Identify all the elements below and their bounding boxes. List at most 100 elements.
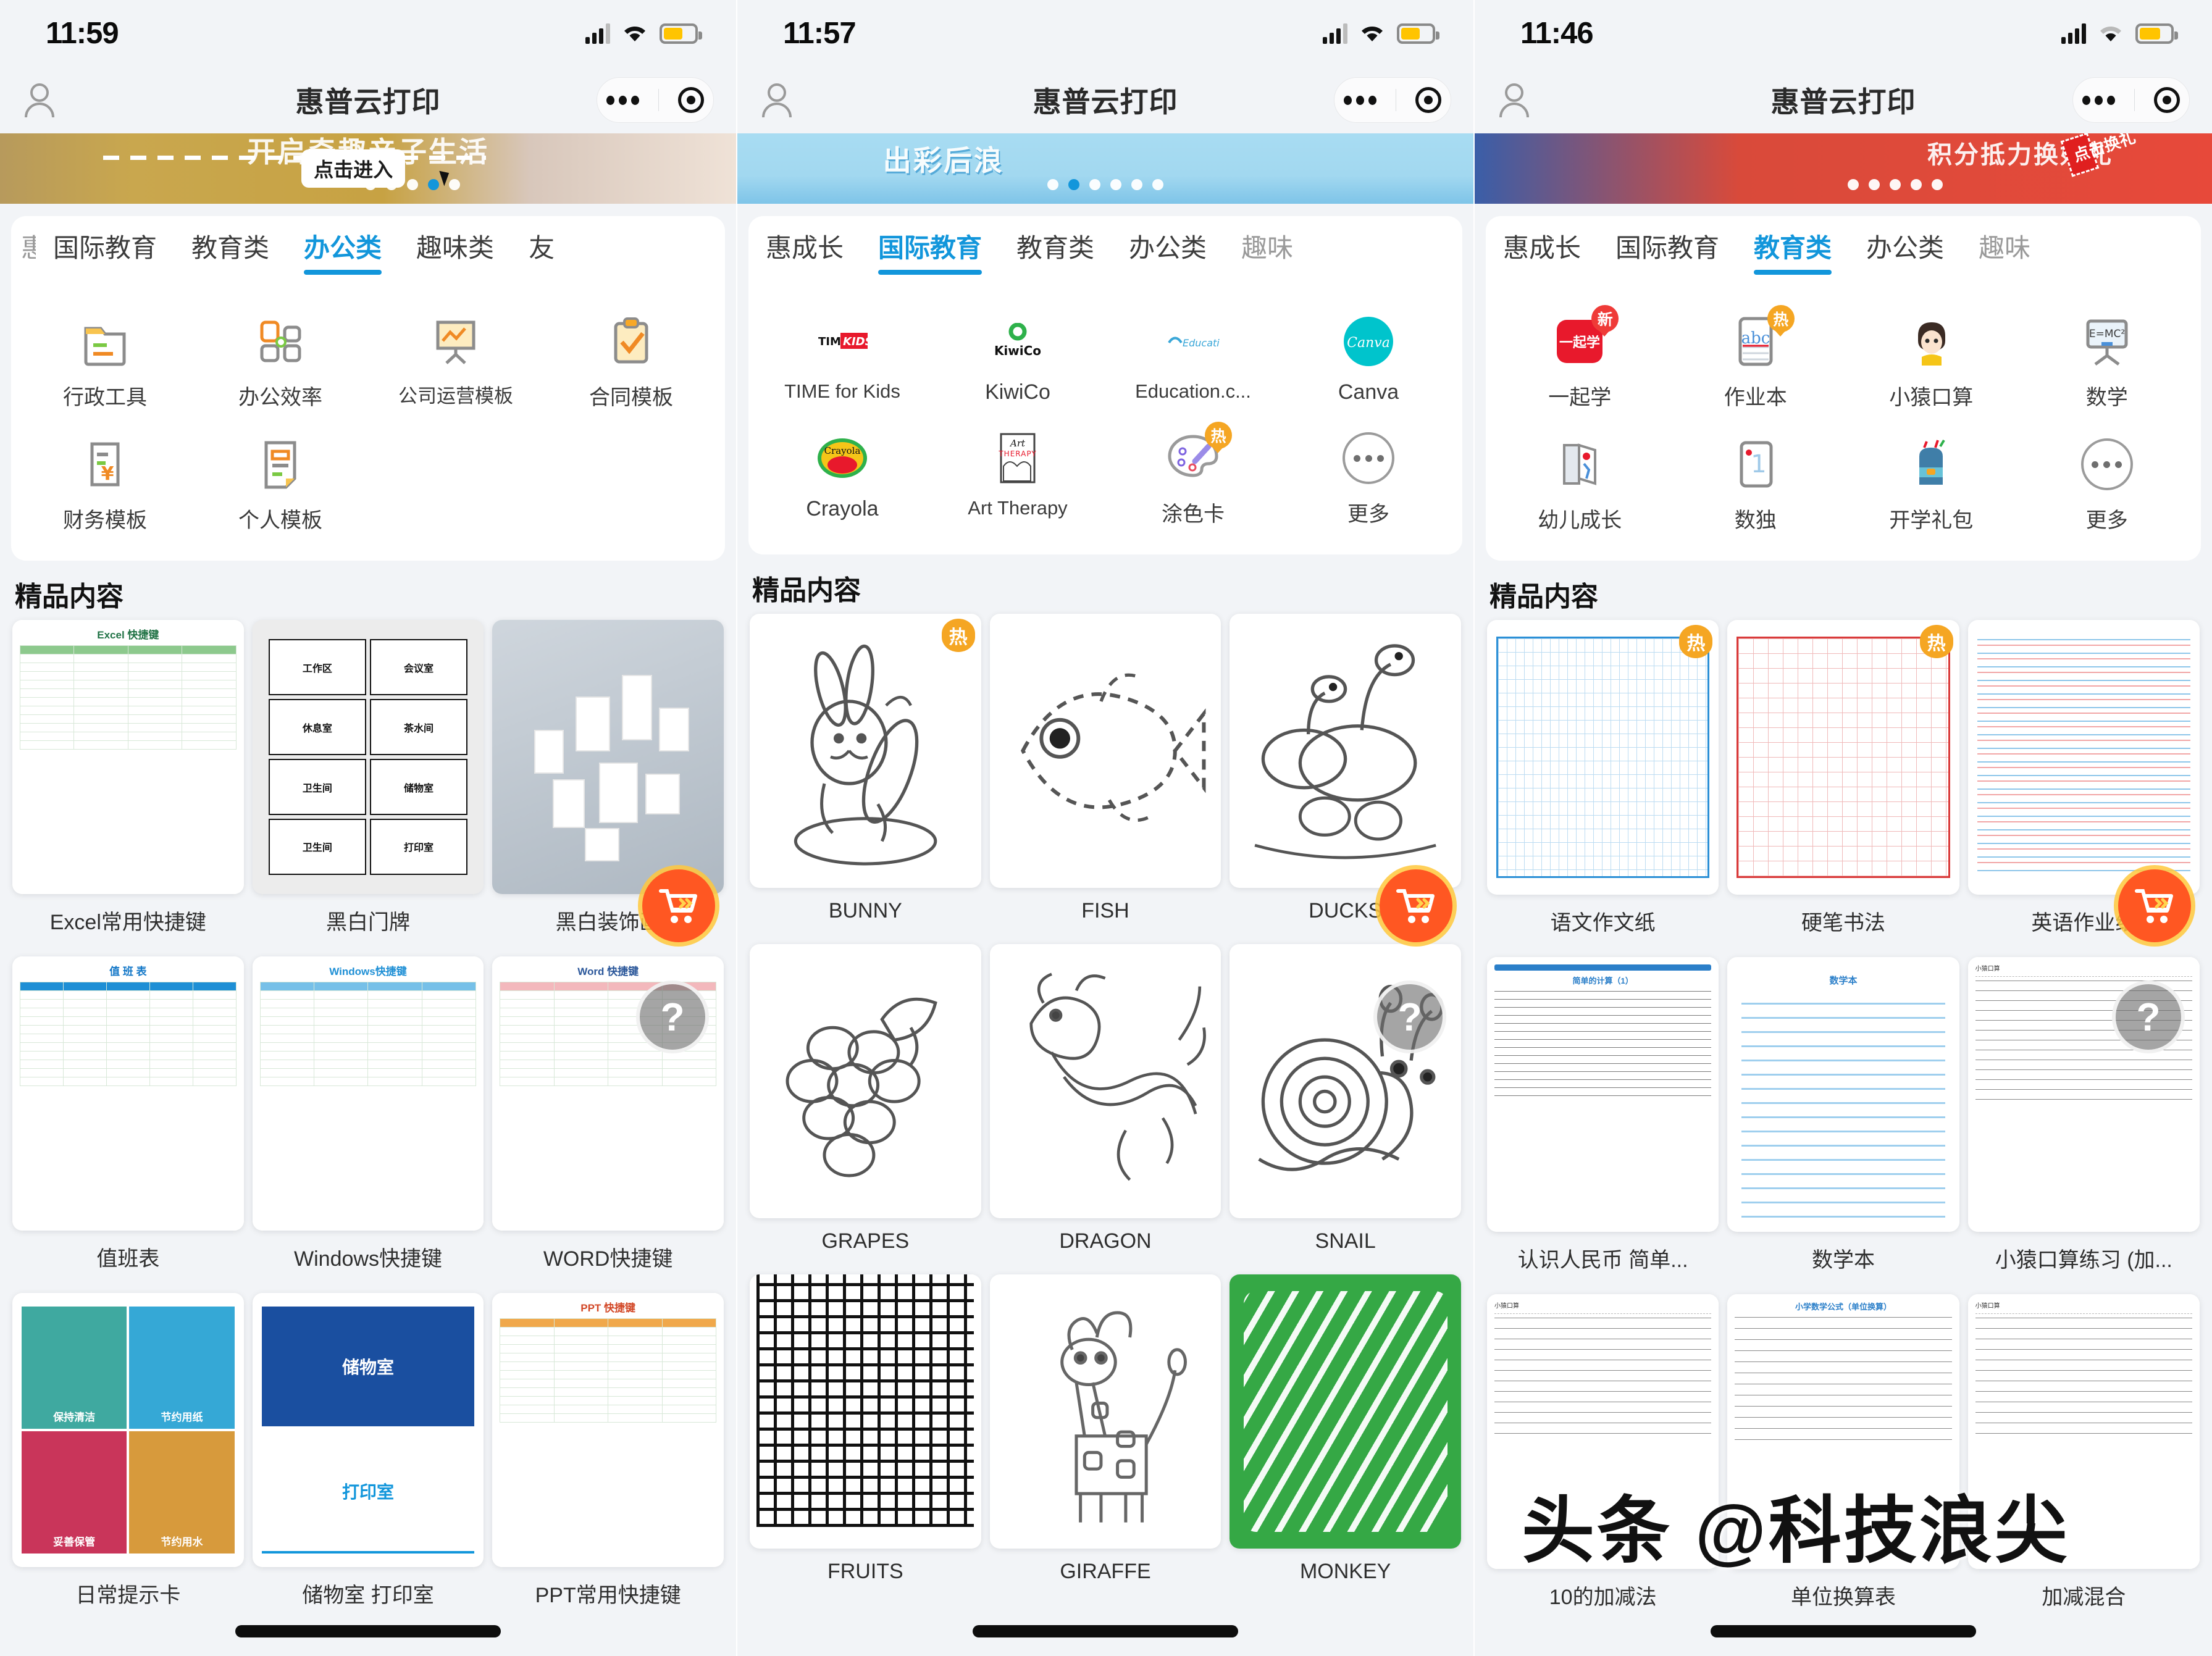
category-item-company-template[interactable]: 公司运营模板 — [368, 304, 543, 427]
featured-tile[interactable]: FRUITS — [750, 1274, 981, 1600]
cart-fab-button[interactable] — [642, 869, 715, 942]
featured-tile[interactable]: 储物室 打印室 储物室 打印室 — [252, 1293, 484, 1625]
tab-education[interactable]: 教育类 — [174, 232, 287, 265]
tab-huichengzhang[interactable]: 惠成长 — [11, 232, 36, 265]
banner-pagination[interactable] — [1047, 179, 1163, 190]
featured-tile[interactable]: MONKEY — [1230, 1274, 1461, 1600]
more-menu-icon[interactable] — [1344, 95, 1377, 105]
more-menu-icon[interactable] — [606, 95, 640, 105]
category-item-folder[interactable]: 行政工具 — [17, 304, 193, 427]
tab-international-education[interactable]: 国际教育 — [1598, 232, 1737, 265]
thumbnail[interactable]: 工作区 会议室 休息室 茶水间 卫生间 储物室 卫生间 打印室 — [252, 620, 484, 895]
tab-international-education[interactable]: 国际教育 — [36, 232, 174, 265]
thumbnail[interactable] — [989, 1274, 1221, 1549]
banner-pagination[interactable] — [364, 179, 460, 190]
category-tabs[interactable]: 惠成长 国际教育 教育类 办公类 趣味类 友 — [11, 216, 725, 288]
thumbnail[interactable] — [989, 944, 1221, 1219]
tab-office[interactable]: 办公类 — [1849, 232, 1961, 265]
category-item-coloring-card[interactable]: 热 涂色卡 — [1105, 420, 1281, 543]
category-item-time-for-kids[interactable]: TIMEKIDS TIME for Kids — [755, 304, 930, 420]
thumbnail[interactable]: 数学本 — [1727, 956, 1959, 1232]
thumbnail[interactable] — [1967, 620, 2200, 895]
featured-tile[interactable]: 保持清洁 节约用纸 妥善保管 节约用水 日常提示卡 — [12, 1293, 244, 1625]
category-item-sudoku[interactable]: 1 数独 — [1668, 427, 1844, 550]
thumbnail[interactable]: 值 班 表 — [12, 956, 244, 1231]
category-item-more[interactable]: 更多 — [1281, 420, 1456, 543]
category-item-early-growth[interactable]: 幼儿成长 — [1492, 427, 1668, 550]
more-menu-icon[interactable] — [2082, 95, 2116, 105]
avatar[interactable] — [761, 83, 793, 118]
featured-tile[interactable]: GIRAFFE — [989, 1274, 1221, 1600]
tab-friends[interactable]: 友 — [511, 232, 555, 265]
tab-huichengzhang[interactable]: 惠成长 — [1486, 232, 1598, 265]
cart-fab-button[interactable] — [1380, 869, 1452, 942]
thumbnail[interactable]: 简单的计算（1） — [1487, 956, 1719, 1232]
thumbnail[interactable]: 保持清洁 节约用纸 妥善保管 节约用水 — [12, 1293, 244, 1568]
thumbnail[interactable] — [1230, 614, 1461, 889]
close-target-icon[interactable] — [1415, 87, 1441, 113]
tab-fun[interactable]: 趣味 — [1224, 232, 1293, 265]
featured-tile[interactable]: 热 语文作文纸 — [1487, 620, 1719, 952]
featured-tile[interactable]: 值 班 表 值班表 — [12, 956, 244, 1288]
tab-fun[interactable]: 趣味类 — [399, 232, 511, 265]
category-item-finance-template[interactable]: ¥ 财务模板 — [17, 427, 193, 550]
featured-tile[interactable]: 工作区 会议室 休息室 茶水间 卫生间 储物室 卫生间 打印室 黑白门牌 — [252, 620, 484, 951]
tab-huichengzhang[interactable]: 惠成长 — [748, 232, 861, 265]
scroll-area[interactable]: 惠成长 国际教育 教育类 办公类 趣味 TIMEKIDS TIME for Ki… — [737, 204, 1473, 1656]
tab-fun[interactable]: 趣味 — [1961, 232, 2030, 265]
category-item-contract-template[interactable]: 合同模板 — [543, 304, 719, 427]
featured-tile[interactable]: GRAPES — [750, 944, 981, 1269]
category-item-xiaoyuan[interactable]: 小猿口算 — [1843, 304, 2019, 427]
mini-program-capsule[interactable] — [1334, 77, 1451, 123]
category-item-kiwico[interactable]: KiwiCo KiwiCo — [930, 304, 1105, 420]
featured-tile[interactable]: 简单的计算（1） 认识人民币 简单... — [1487, 956, 1719, 1289]
promo-banner[interactable]: 出彩后浪 — [737, 133, 1473, 204]
category-item-personal-template[interactable]: 个人模板 — [193, 427, 368, 550]
mini-program-capsule[interactable] — [597, 77, 714, 123]
scroll-area[interactable]: 惠成长 国际教育 教育类 办公类 趣味 一起学 新 一起学 abc 热 作业本 … — [1475, 204, 2212, 1656]
close-target-icon[interactable] — [2153, 87, 2180, 113]
featured-tile[interactable]: 热 BUNNY — [750, 614, 981, 939]
featured-tile[interactable]: 数学本 数学本 — [1727, 956, 1959, 1289]
tab-education[interactable]: 教育类 — [1737, 232, 1849, 274]
thumbnail[interactable]: 储物室 打印室 — [252, 1293, 484, 1568]
featured-tile[interactable]: FISH — [989, 614, 1221, 939]
featured-tile[interactable]: Excel 快捷键 Excel常用快捷键 — [12, 620, 244, 951]
category-item-math[interactable]: E=MC² 数学 — [2019, 304, 2195, 427]
category-item-homework-book[interactable]: abc 热 作业本 — [1668, 304, 1844, 427]
cart-fab-button[interactable] — [2118, 869, 2191, 942]
promo-banner[interactable]: 开启奇趣亲子生活 点击进入 — [0, 133, 736, 204]
tab-international-education[interactable]: 国际教育 — [861, 232, 999, 274]
category-tabs[interactable]: 惠成长 国际教育 教育类 办公类 趣味 — [748, 216, 1462, 288]
close-target-icon[interactable] — [677, 87, 704, 113]
thumbnail[interactable] — [492, 620, 724, 895]
banner-pagination[interactable] — [1847, 179, 1943, 190]
category-item-school-gift[interactable]: 开学礼包 — [1843, 427, 2019, 550]
help-fab-button[interactable]: ? — [1373, 981, 1446, 1053]
category-item-efficiency[interactable]: 办公效率 — [193, 304, 368, 427]
tab-education[interactable]: 教育类 — [999, 232, 1112, 265]
category-item-more[interactable]: 更多 — [2019, 427, 2195, 550]
category-item-art-therapy[interactable]: Art THERAPY Art Therapy — [930, 420, 1105, 543]
avatar[interactable] — [23, 83, 56, 118]
thumbnail[interactable]: 热 — [1487, 620, 1719, 895]
promo-banner[interactable]: 积分抵力换好礼 点击换礼 — [1475, 133, 2212, 204]
thumbnail[interactable]: Excel 快捷键 — [12, 620, 244, 895]
tab-office[interactable]: 办公类 — [287, 232, 399, 274]
mini-program-capsule[interactable] — [2072, 77, 2190, 123]
featured-tile[interactable]: Windows快捷键 Windows快捷键 — [252, 956, 484, 1288]
thumbnail[interactable] — [750, 1274, 981, 1549]
thumbnail[interactable]: 热 — [1727, 620, 1959, 895]
thumbnail[interactable] — [750, 944, 981, 1219]
help-fab-button[interactable]: ? — [636, 981, 709, 1053]
featured-tile[interactable]: 热 硬笔书法 — [1727, 620, 1959, 952]
thumbnail[interactable]: PPT 快捷键 — [492, 1293, 724, 1568]
featured-tile[interactable]: PPT 快捷键 PPT常用快捷键 — [492, 1293, 724, 1625]
thumbnail[interactable] — [1230, 1274, 1461, 1549]
thumbnail[interactable] — [989, 614, 1221, 889]
category-tabs[interactable]: 惠成长 国际教育 教育类 办公类 趣味 — [1486, 216, 2201, 288]
category-item-yiqixue[interactable]: 一起学 新 一起学 — [1492, 304, 1668, 427]
avatar[interactable] — [1498, 83, 1530, 118]
scroll-area[interactable]: 惠成长 国际教育 教育类 办公类 趣味类 友 行政工具 — [0, 204, 736, 1656]
thumbnail[interactable]: Windows快捷键 — [252, 956, 484, 1231]
